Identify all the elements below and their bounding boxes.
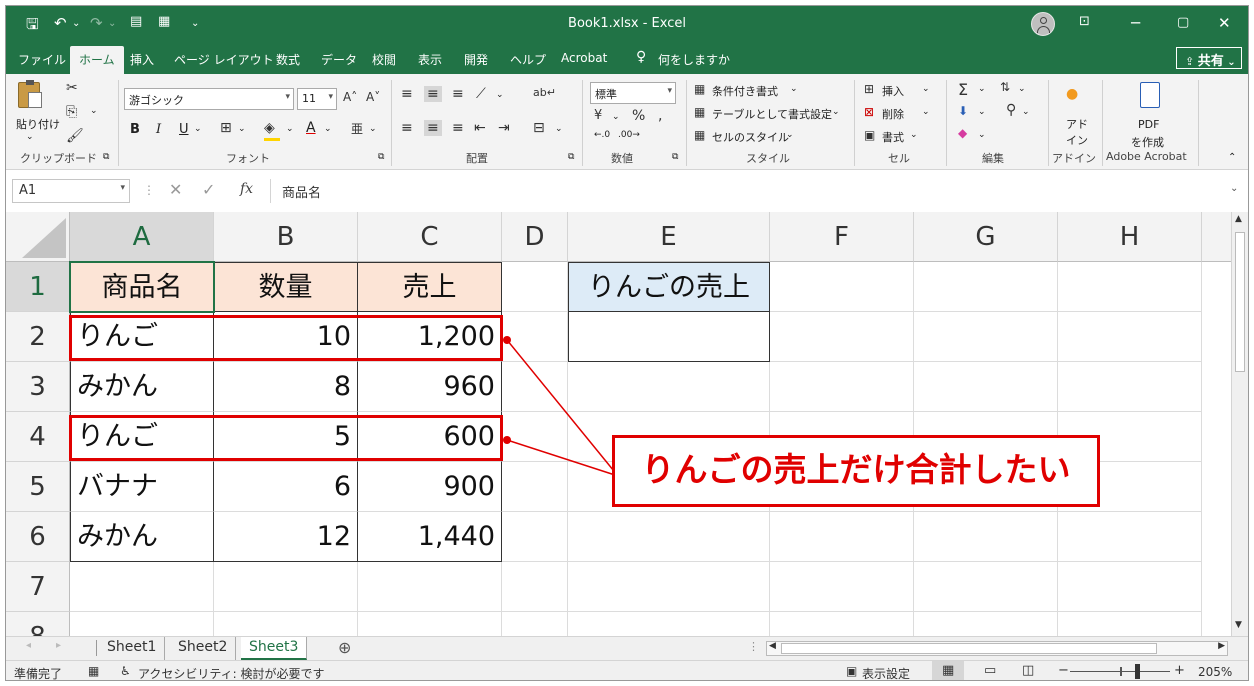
callout-line (506, 439, 619, 477)
normal-view-icon[interactable]: ▦ (942, 663, 954, 678)
zoom-out-icon[interactable]: − (1058, 663, 1069, 678)
display-settings-icon: ▣ (846, 664, 858, 678)
excel-window: 🖫 ↶ ⌄ ↷ ⌄ ▤ ▦ ⌄ Book1.xlsx - Excel ⊡ ─ ▢… (5, 5, 1249, 681)
callout-line (506, 339, 619, 477)
accessibility-icon: ♿ (120, 664, 131, 678)
horizontal-scroll-thumb[interactable] (781, 643, 1157, 654)
callout-dot (503, 336, 511, 344)
horizontal-scrollbar[interactable]: ◀ ▶ (766, 641, 1228, 656)
scroll-down-icon[interactable]: ▼ (1235, 620, 1242, 630)
sheet-tab-sheet2[interactable]: Sheet2 (170, 637, 237, 660)
sheet-tab-sheet1[interactable]: Sheet1 (99, 637, 166, 660)
sheet-tab-sheet3[interactable]: Sheet3 (241, 637, 308, 660)
vertical-scrollbar[interactable]: ▲ ▼ (1231, 212, 1248, 636)
scroll-up-icon[interactable]: ▲ (1235, 214, 1242, 224)
callout-connectors (503, 336, 619, 477)
tab-scroll-left-icon[interactable]: ◂ (26, 640, 31, 651)
split-handle-icon[interactable]: ⋮ (748, 640, 759, 653)
scroll-right-icon[interactable]: ▶ (1218, 641, 1225, 651)
macro-record-icon[interactable]: ▦ (88, 664, 99, 678)
page-break-view-icon[interactable]: ◫ (1022, 663, 1034, 678)
scroll-left-icon[interactable]: ◀ (769, 641, 776, 651)
callout-dot (503, 436, 511, 444)
new-sheet-icon[interactable]: ⊕ (338, 638, 351, 657)
page-layout-view-icon[interactable]: ▭ (984, 663, 996, 678)
zoom-slider-thumb[interactable] (1135, 664, 1140, 679)
zoom-slider-center-mark (1120, 667, 1122, 676)
tab-scroll-right-icon[interactable]: ▸ (56, 640, 61, 651)
zoom-level[interactable]: 205% (1198, 665, 1232, 679)
ready-status: 準備完了 (14, 667, 63, 681)
sheet-tabs-bar: ◂ ▸ Sheet1 Sheet2 Sheet3 ⊕ ⋮ ◀ ▶ (6, 636, 1248, 660)
accessibility-status[interactable]: アクセシビリティ: 検討が必要です (138, 665, 325, 680)
zoom-in-icon[interactable]: + (1174, 663, 1185, 678)
vertical-scroll-thumb[interactable] (1235, 232, 1245, 372)
tab-separator (96, 640, 97, 656)
annotation-callout: りんごの売上だけ合計したい (612, 435, 1100, 507)
status-bar: 準備完了 ▦ ♿ アクセシビリティ: 検討が必要です ▣ 表示設定 ▦ ▭ ◫ … (6, 660, 1248, 681)
display-settings-button[interactable]: 表示設定 (862, 665, 910, 680)
